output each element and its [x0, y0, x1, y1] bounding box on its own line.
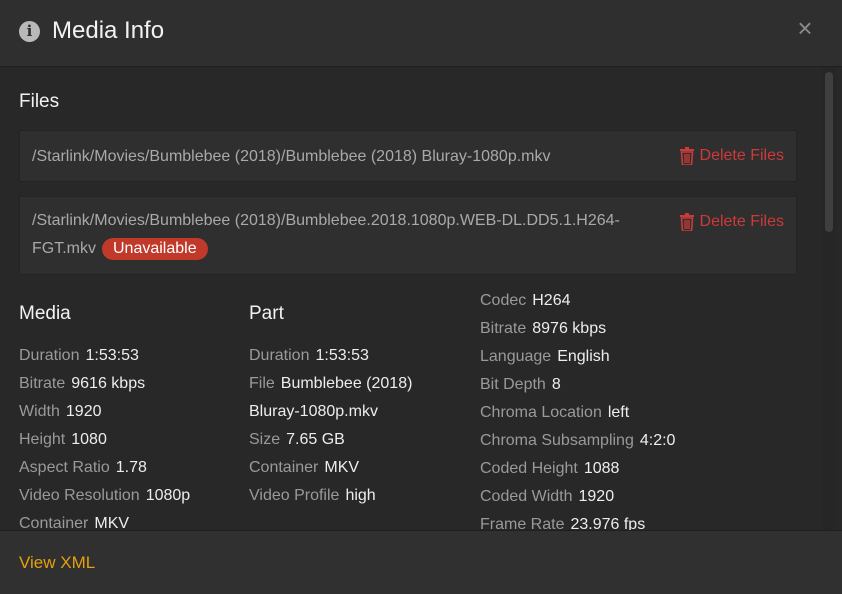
media-row: Duration 1:53:53 [19, 347, 139, 364]
info-circle-icon: i [19, 21, 40, 42]
delete-files-button[interactable]: Delete Files [679, 211, 784, 233]
media-row: Video Resolution 1080p [19, 487, 191, 504]
modal-body[interactable]: Files /Starlink/Movies/Bumblebee (2018)/… [0, 67, 822, 530]
close-button[interactable]: × [794, 15, 816, 41]
scrollbar[interactable] [822, 67, 836, 530]
file-path: /Starlink/Movies/Bumblebee (2018)/Bumble… [32, 148, 551, 165]
stream-row: Coded Width 1920 [480, 488, 615, 505]
media-row: Height 1080 [19, 431, 107, 448]
delete-files-label: Delete Files [699, 213, 784, 230]
part-row: File Bumblebee (2018) [249, 375, 413, 392]
media-info-modal: i Media Info × Files /Starlink/Movies/Bu… [0, 0, 842, 594]
stream-row: Bitrate 8976 kbps [480, 320, 607, 337]
modal-title: Media Info [52, 17, 165, 44]
file-item: /Starlink/Movies/Bumblebee (2018)/Bumble… [19, 130, 797, 182]
part-row: Video Profile high [249, 487, 376, 504]
modal-footer: View XML [0, 530, 842, 594]
part-row-continuation: Bluray-1080p.mkv [249, 403, 378, 420]
media-section-title: Media [19, 303, 71, 324]
modal-header: i Media Info × [0, 0, 842, 67]
media-row: Aspect Ratio 1.78 [19, 459, 147, 476]
file-item: /Starlink/Movies/Bumblebee (2018)/Bumble… [19, 196, 797, 275]
stream-row: Chroma Subsampling 4:2:0 [480, 432, 676, 449]
trash-icon [679, 213, 694, 231]
scrollbar-thumb[interactable] [825, 72, 833, 232]
part-row: Size 7.65 GB [249, 431, 345, 448]
stream-row: Coded Height 1088 [480, 460, 620, 477]
files-section-title: Files [19, 91, 60, 112]
media-row: Width 1920 [19, 403, 102, 420]
part-section-title: Part [249, 303, 284, 324]
stream-row: Bit Depth 8 [480, 376, 561, 393]
stream-row: Chroma Location left [480, 404, 630, 421]
stream-row: Language English [480, 348, 610, 365]
trash-icon [679, 147, 694, 165]
stream-row: Frame Rate 23.976 fps [480, 516, 646, 530]
media-row: Bitrate 9616 kbps [19, 375, 146, 392]
file-path-wrapper: /Starlink/Movies/Bumblebee (2018)/Bumble… [32, 207, 662, 263]
media-row: Container MKV [19, 515, 130, 530]
delete-files-label: Delete Files [699, 147, 784, 164]
part-row: Container MKV [249, 459, 360, 476]
view-xml-link[interactable]: View XML [19, 553, 95, 573]
delete-files-button[interactable]: Delete Files [679, 145, 784, 167]
stream-row: Codec H264 [480, 292, 571, 309]
part-row: Duration 1:53:53 [249, 347, 369, 364]
unavailable-badge: Unavailable [102, 238, 208, 260]
